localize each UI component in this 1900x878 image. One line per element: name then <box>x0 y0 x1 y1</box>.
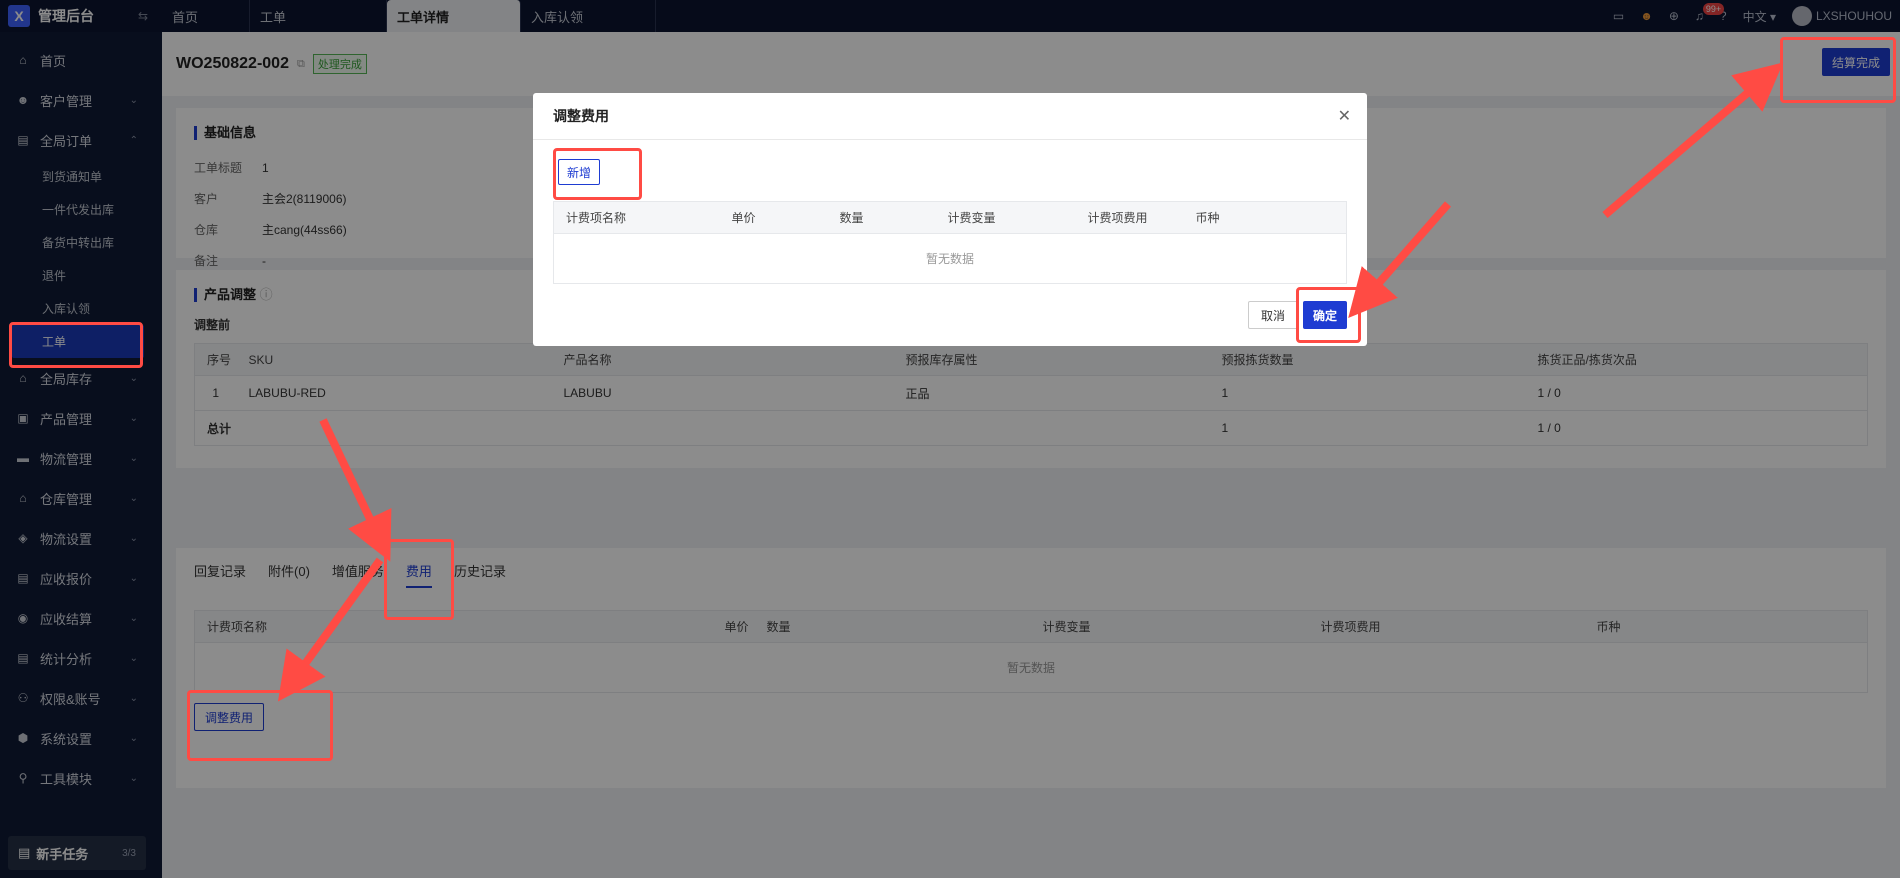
column-header: 计费变量 <box>935 201 1076 234</box>
adjust-fee-dialog: 调整费用 ✕ 新增 计费项名称 单价 数量 计费变量 计费项费用 币种 暂无数据… <box>533 93 1367 346</box>
annotation-box <box>384 539 454 620</box>
annotation-box <box>187 690 333 761</box>
annotation-box <box>9 322 143 368</box>
column-header: 币种 <box>1183 201 1347 234</box>
empty-state: 暂无数据 <box>553 234 1347 284</box>
dialog-title: 调整费用 <box>533 93 1367 140</box>
column-header: 单价 <box>719 201 828 234</box>
dialog-fee-table: 计费项名称 单价 数量 计费变量 计费项费用 币种 <box>553 201 1347 234</box>
cancel-button[interactable]: 取消 <box>1248 301 1298 329</box>
column-header: 数量 <box>827 201 936 234</box>
annotation-box <box>553 148 642 200</box>
annotation-box <box>1296 287 1361 343</box>
column-header: 计费项费用 <box>1075 201 1184 234</box>
annotation-box <box>1780 37 1896 103</box>
column-header: 计费项名称 <box>553 201 720 234</box>
dialog-table-wrap: 计费项名称 单价 数量 计费变量 计费项费用 币种 暂无数据 <box>553 201 1347 284</box>
table-header-row: 计费项名称 单价 数量 计费变量 计费项费用 币种 <box>553 201 1347 234</box>
close-icon[interactable]: ✕ <box>1338 106 1351 126</box>
